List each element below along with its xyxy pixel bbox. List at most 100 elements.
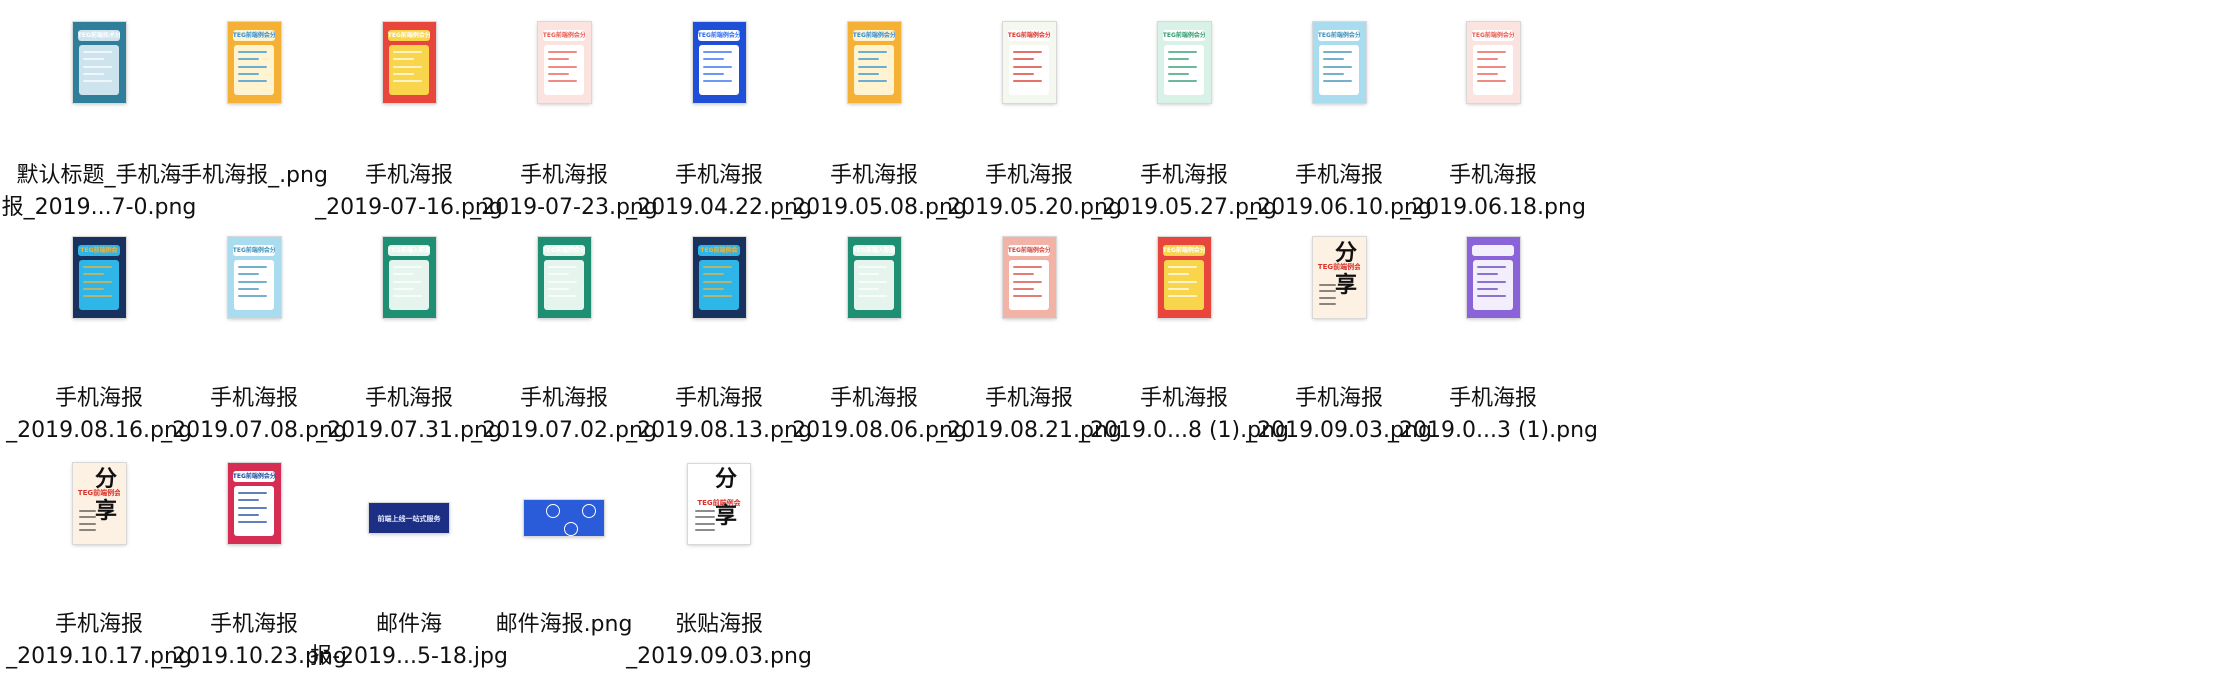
poster-text-line (703, 288, 725, 291)
file-thumbnail[interactable] (1466, 237, 1520, 318)
poster-text-line (703, 266, 733, 269)
file-thumbnail[interactable]: TEG前端入职邀请 (382, 237, 436, 318)
poster-header: TEG前端例会 (77, 489, 121, 498)
poster-header: TEG前端例会分享 (542, 30, 586, 41)
poster-text-line (1323, 65, 1353, 68)
file-thumbnail[interactable]: 分 TEG前端例会享 (1312, 237, 1366, 318)
file-thumbnail[interactable] (524, 499, 604, 536)
poster-text-line (858, 65, 888, 68)
poster-text-line (1013, 288, 1035, 291)
file-thumbnail[interactable]: TEG前端例会 (692, 237, 746, 318)
poster-text-line (83, 80, 113, 83)
poster-header: TEG前端例会 (1317, 263, 1361, 272)
file-thumbnail[interactable]: TEG前端技术分享 (72, 22, 126, 103)
file-thumbnail[interactable]: TEG前端例会分享 (227, 463, 281, 544)
poster-text-line (83, 51, 113, 54)
file-name-line: 手机海报 (1448, 386, 1537, 411)
file-name-label[interactable]: 手机海报 _2019.06.18.png (1385, 160, 1601, 224)
file-thumbnail[interactable]: TEG前端例会分享 (227, 22, 281, 103)
poster-header: TEG前端例会分享 (387, 30, 431, 41)
file-name-line: _2019.0...3 (1).png (1388, 418, 1598, 443)
poster-header: TEG前端技术分享 (77, 30, 121, 41)
poster-header: TEG前端入职邀请 (387, 245, 431, 256)
poster-header: TEG前端例会分享 (1317, 30, 1361, 41)
banner-circle-icon (582, 503, 596, 518)
poster-text-line (1323, 80, 1353, 83)
file-thumbnail[interactable]: TEG前端例会分享 (1002, 22, 1056, 103)
poster-text-line (858, 73, 880, 76)
file-name-label[interactable]: 手机海报 _2019.0...3 (1).png (1385, 383, 1601, 447)
poster-text-line (238, 266, 268, 269)
file-name-label[interactable]: 张贴海报 _2019.09.03.png (611, 609, 827, 673)
poster-text-line (1168, 266, 1198, 269)
poster-text-line (548, 65, 578, 68)
poster-text-line (1477, 65, 1507, 68)
poster-header (1471, 245, 1515, 256)
file-thumbnail[interactable]: TEG前端例会分享 (1002, 237, 1056, 318)
file-thumbnail[interactable]: TEG前端例会分享 (692, 22, 746, 103)
poster-text-line (1477, 288, 1499, 291)
file-thumbnail[interactable]: TEG前端例会分享 (847, 22, 901, 103)
poster-text-line (238, 295, 268, 298)
poster-header: TEG前端例会分享 (1471, 30, 1515, 41)
file-thumbnail[interactable]: TEG前端例会分享 (1157, 22, 1211, 103)
poster-text-line (695, 509, 716, 512)
poster-text-line (1477, 280, 1507, 283)
poster-text-line (83, 295, 113, 298)
poster-header: TEG前端例会 (697, 245, 741, 256)
file-thumbnail[interactable]: 分 TEG前端例会享 (688, 463, 750, 544)
file-thumbnail[interactable]: TEG前端例会分享 (382, 22, 436, 103)
file-thumbnail[interactable]: TEG前端例会分享 (1466, 22, 1520, 103)
banner-circle-icon (546, 503, 560, 518)
file-thumbnail[interactable]: TEG前端例会分享 (1157, 237, 1211, 318)
poster-text-line (858, 266, 888, 269)
poster-text-line (703, 73, 725, 76)
poster-text-line (858, 80, 888, 83)
poster-text-line (703, 51, 733, 54)
poster-text-line (703, 280, 733, 283)
poster-text-line (1013, 266, 1043, 269)
poster-text-line (858, 51, 888, 54)
poster-header: TEG前端例会 (77, 245, 121, 256)
file-thumbnail[interactable]: TEG前端例会分享 (537, 237, 591, 318)
poster-text-line (1168, 295, 1198, 298)
poster-text-line (858, 280, 888, 283)
poster-text-line (1168, 80, 1198, 83)
poster-text-line (83, 280, 113, 283)
banner-circle-icon (564, 521, 578, 536)
file-thumbnail[interactable]: TEG前端例会分享 (1312, 22, 1366, 103)
poster-text-line (858, 288, 880, 291)
poster-text-line (858, 295, 888, 298)
poster-text-line (548, 280, 578, 283)
poster-text-line (238, 514, 260, 517)
poster-text-line (548, 51, 578, 54)
poster-text-line (393, 288, 415, 291)
poster-text-line (1013, 73, 1035, 76)
file-thumbnail[interactable]: TEG前端例会 (72, 237, 126, 318)
file-thumbnail[interactable]: TEG前端例会分享 (537, 22, 591, 103)
poster-header: TEG前端例会分享 (1162, 30, 1206, 41)
poster-text-line (238, 65, 268, 68)
poster-text-line (393, 266, 423, 269)
file-name-line: _2019.09.03.png (626, 644, 812, 669)
poster-text-line (83, 65, 113, 68)
poster-text-line (1013, 80, 1043, 83)
poster-text-line (1013, 295, 1043, 298)
poster-text-line (548, 80, 578, 83)
poster-text-line (1168, 73, 1190, 76)
poster-text-line (548, 73, 570, 76)
file-thumbnail[interactable]: 前端上线一站式服务 (369, 502, 449, 533)
poster-text-line (703, 65, 733, 68)
file-thumbnail[interactable]: 分 TEG前端例会享 (72, 463, 126, 544)
file-thumbnail[interactable]: TEG前端例会分享 (227, 237, 281, 318)
poster-header: 前端上线一站式服务 (377, 515, 441, 522)
poster-text-line (1477, 266, 1507, 269)
poster-text-line (238, 288, 260, 291)
poster-text-line (393, 295, 423, 298)
poster-text-line (548, 295, 578, 298)
file-thumbnail[interactable]: TEG前端入职邀请 (847, 237, 901, 318)
poster-text-line (1168, 65, 1198, 68)
poster-text-line (1013, 65, 1043, 68)
poster-text-line (1323, 51, 1353, 54)
poster-text-line (1318, 283, 1336, 286)
